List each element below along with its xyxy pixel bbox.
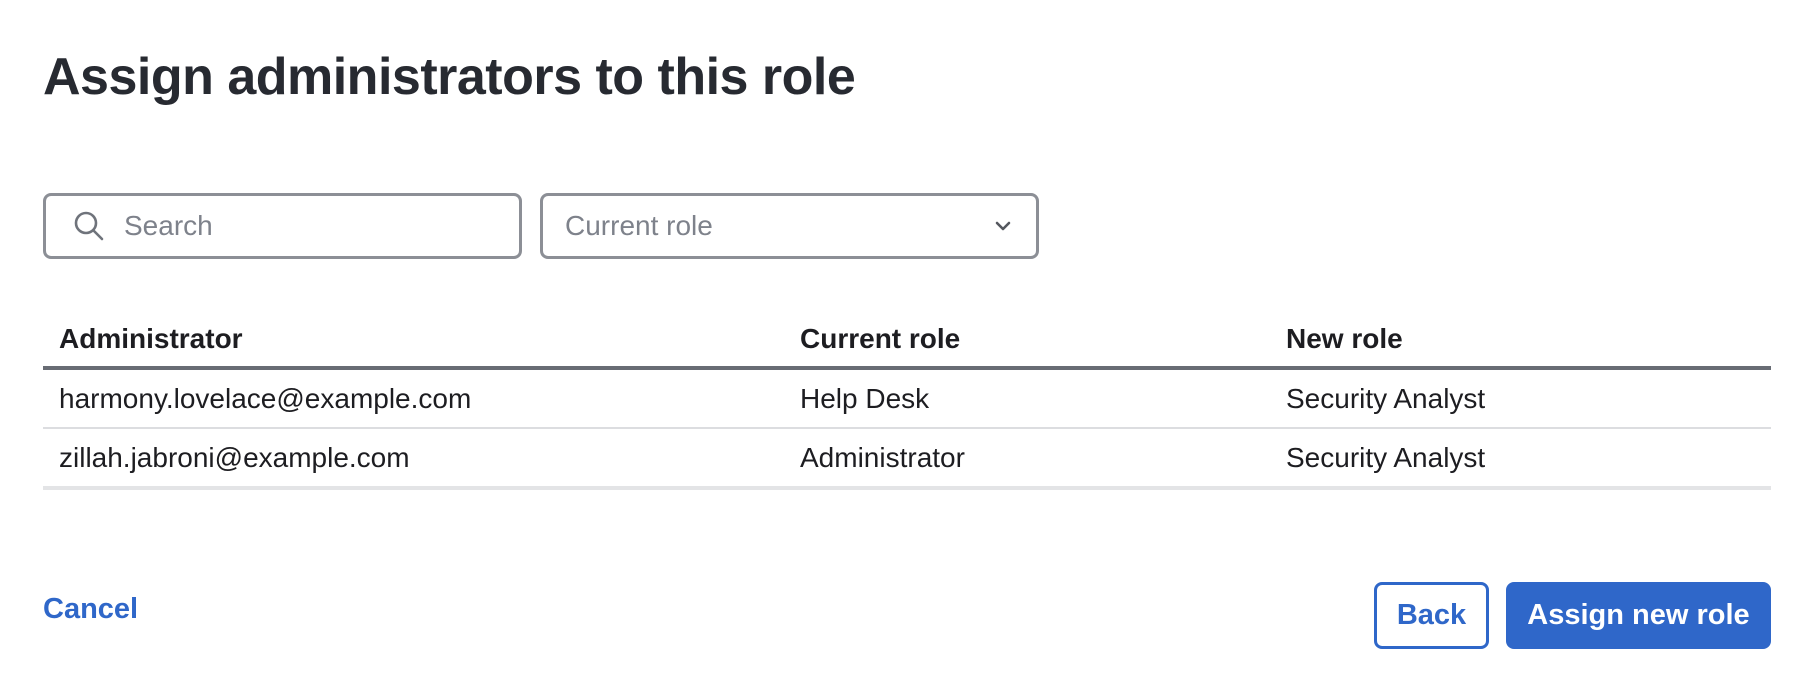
search-box[interactable]: [43, 193, 522, 259]
new-role-cell: Security Analyst: [1286, 382, 1486, 414]
search-icon: [74, 211, 104, 241]
table-row[interactable]: zillah.jabroni@example.com Administrator…: [43, 429, 1771, 490]
current-role-cell: Administrator: [800, 441, 965, 473]
current-role-select-label: Current role: [565, 210, 713, 241]
search-input[interactable]: [122, 209, 506, 243]
column-header-administrator[interactable]: Administrator: [43, 323, 800, 355]
page-title: Assign administrators to this role: [43, 48, 856, 106]
administrators-table: Administrator Current role New role harm…: [43, 312, 1771, 490]
current-role-cell: Help Desk: [800, 382, 930, 414]
column-header-current-role[interactable]: Current role: [800, 323, 1286, 355]
table-row[interactable]: harmony.lovelace@example.com Help Desk S…: [43, 370, 1771, 429]
column-header-new-role[interactable]: New role: [1286, 323, 1771, 355]
chevron-down-icon: [995, 221, 1011, 231]
administrator-email: zillah.jabroni@example.com: [59, 441, 410, 473]
cancel-link[interactable]: Cancel: [43, 593, 138, 626]
assign-administrators-dialog: Assign administrators to this role Curre…: [0, 0, 1810, 686]
back-button[interactable]: Back: [1374, 582, 1489, 649]
administrator-email: harmony.lovelace@example.com: [59, 382, 472, 414]
table-header: Administrator Current role New role: [43, 312, 1771, 370]
current-role-select[interactable]: Current role: [540, 193, 1039, 259]
new-role-cell: Security Analyst: [1286, 441, 1486, 473]
assign-new-role-button[interactable]: Assign new role: [1506, 582, 1771, 649]
